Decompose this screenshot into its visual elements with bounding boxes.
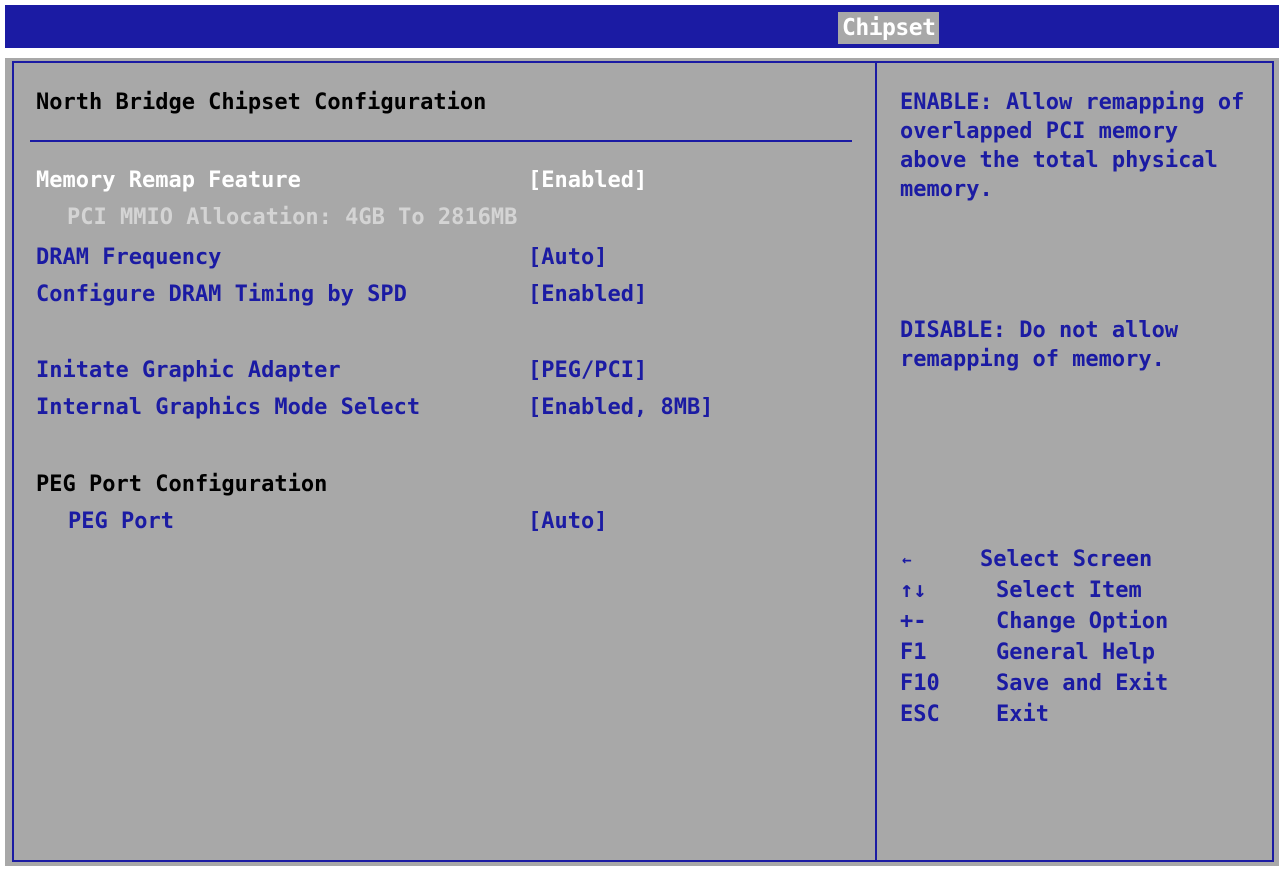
- setting-value: [Enabled, 8MB]: [528, 395, 714, 420]
- setting-memory-remap[interactable]: Memory Remap Feature [Enabled]: [0, 166, 870, 196]
- key-description: Select Item: [996, 578, 1142, 603]
- setting-label: Memory Remap Feature: [36, 168, 301, 193]
- key-esc: ESC: [900, 702, 940, 727]
- setting-label: Initate Graphic Adapter: [36, 358, 341, 383]
- key-description: Select Screen: [980, 547, 1153, 572]
- setting-dram-frequency[interactable]: DRAM Frequency [Auto]: [0, 243, 870, 273]
- setting-dram-timing-spd[interactable]: Configure DRAM Timing by SPD [Enabled]: [0, 280, 870, 310]
- key-description: Save and Exit: [996, 671, 1169, 696]
- left-arrow-icon: ←: [902, 550, 912, 569]
- setting-graphic-adapter[interactable]: Initate Graphic Adapter [PEG/PCI]: [0, 356, 870, 386]
- setting-peg-port[interactable]: PEG Port [Auto]: [0, 507, 870, 537]
- key-f10: F10: [900, 671, 940, 696]
- setting-label: Internal Graphics Mode Select: [36, 395, 421, 420]
- setting-label: PEG Port: [68, 509, 174, 534]
- setting-value: [PEG/PCI]: [528, 358, 648, 383]
- help-enable-text: ENABLE: Allow remapping of overlapped PC…: [900, 90, 1245, 202]
- section-heading-peg: PEG Port Configuration: [36, 472, 328, 497]
- setting-internal-graphics-mode[interactable]: Internal Graphics Mode Select [Enabled, …: [0, 393, 870, 423]
- key-f1: F1: [900, 640, 927, 665]
- title-bar: [5, 5, 1279, 48]
- title-divider: [30, 140, 852, 142]
- help-divider: [875, 63, 877, 860]
- key-description: General Help: [996, 640, 1155, 665]
- setting-value: [Enabled]: [528, 282, 648, 307]
- up-down-arrow-icon: ↑↓: [900, 578, 927, 603]
- setting-info-mmio: PCI MMIO Allocation: 4GB To 2816MB: [67, 205, 518, 230]
- key-description: Exit: [996, 702, 1049, 727]
- help-disable-text: DISABLE: Do not allow remapping of memor…: [900, 318, 1192, 372]
- key-description: Change Option: [996, 609, 1169, 634]
- page-title: North Bridge Chipset Configuration: [36, 90, 487, 115]
- plus-minus-icon: +-: [900, 609, 927, 634]
- setting-label: DRAM Frequency: [36, 245, 222, 270]
- tab-chipset[interactable]: Chipset: [838, 12, 940, 44]
- setting-label: Configure DRAM Timing by SPD: [36, 282, 407, 307]
- setting-value: [Auto]: [528, 245, 608, 270]
- setting-value: [Enabled]: [528, 168, 648, 193]
- setting-value: [Auto]: [528, 509, 608, 534]
